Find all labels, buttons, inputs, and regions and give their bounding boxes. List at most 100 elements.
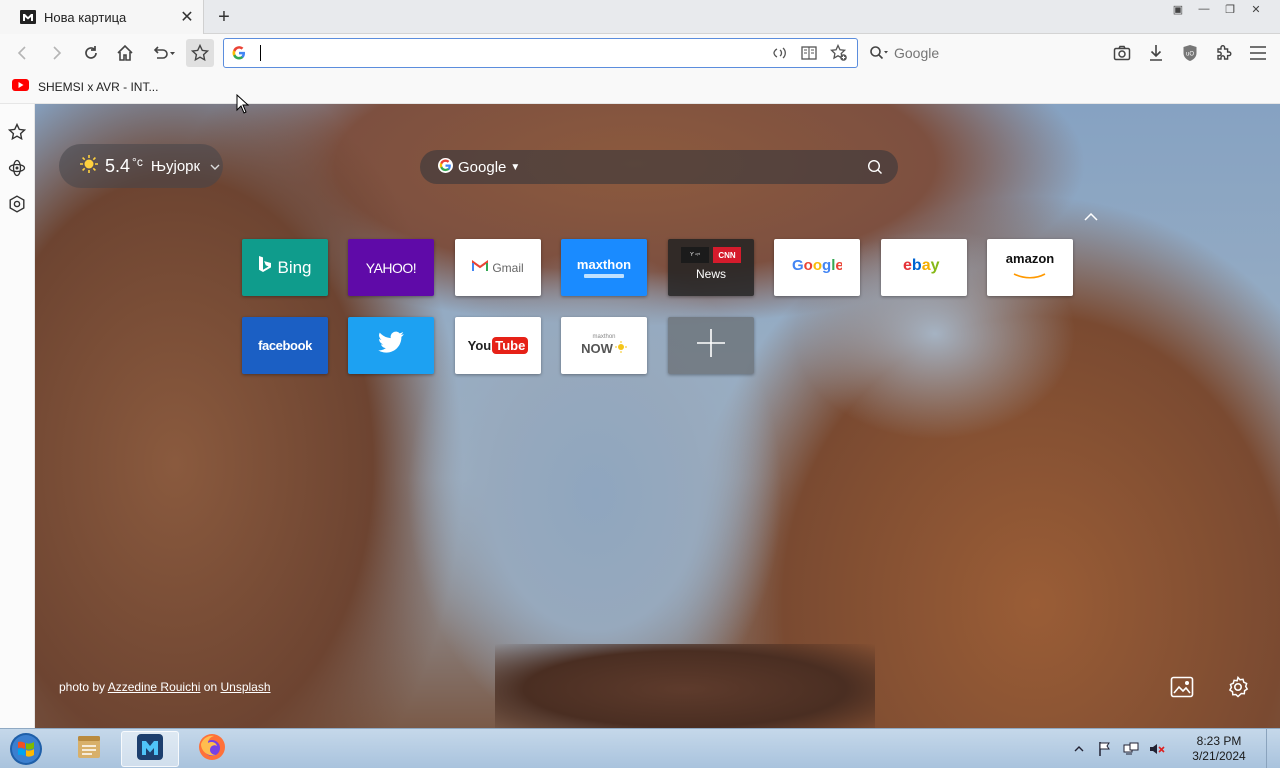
reader-mode-icon[interactable]	[797, 41, 821, 65]
favorite-star-icon[interactable]	[186, 39, 214, 67]
svg-text:ebay: ebay	[903, 257, 940, 274]
youtube-icon	[12, 79, 29, 94]
action-center-flag-icon[interactable]	[1094, 738, 1116, 760]
weather-widget[interactable]: 5.4 °c Њујорк	[59, 144, 223, 188]
close-window-icon[interactable]: ✕	[1244, 0, 1268, 18]
tile-bing[interactable]: Bing	[242, 239, 328, 296]
change-wallpaper-icon[interactable]	[1167, 672, 1197, 702]
svg-text:Google: Google	[792, 257, 842, 274]
screenshot-icon[interactable]	[1108, 39, 1136, 67]
taskbar-maxthon[interactable]	[121, 731, 179, 767]
tile-maxthon-now[interactable]: maxthon NOW	[561, 317, 647, 374]
unsplash-link[interactable]: Unsplash	[220, 680, 270, 694]
ntp-search-input[interactable]	[528, 152, 858, 182]
tile-add-button[interactable]	[668, 317, 754, 374]
sun-icon	[614, 340, 627, 358]
volume-muted-icon[interactable]	[1146, 738, 1168, 760]
show-desktop-button[interactable]	[1266, 729, 1280, 768]
search-icon[interactable]	[858, 150, 892, 184]
twitter-bird-icon	[377, 331, 405, 360]
window-layout-icon[interactable]: ▣	[1166, 0, 1190, 18]
tile-facebook[interactable]: facebook	[242, 317, 328, 374]
home-icon[interactable]	[111, 39, 139, 67]
photo-author-link[interactable]: Azzedine Rouichi	[108, 680, 201, 694]
clock-date: 3/21/2024	[1192, 749, 1246, 763]
file-manager-icon	[76, 734, 102, 765]
new-tab-button[interactable]: +	[213, 6, 235, 28]
weather-temp: 5.4	[105, 155, 131, 176]
tile-google[interactable]: Google	[774, 239, 860, 296]
taskbar-firefox[interactable]	[183, 731, 241, 767]
ublock-shield-icon[interactable]: uO	[1176, 39, 1204, 67]
clock-time: 8:23 PM	[1196, 734, 1242, 748]
amazon-smile-icon	[1012, 266, 1048, 284]
tile-label: You Tube	[468, 337, 529, 354]
restore-icon[interactable]: ❐	[1218, 0, 1242, 18]
chevron-down-icon	[210, 159, 220, 173]
tile-yahoo[interactable]: YAHOO!	[348, 239, 434, 296]
plus-icon	[695, 327, 727, 364]
forward-icon[interactable]	[42, 39, 70, 67]
ebay-logo-icon: ebay	[903, 256, 945, 279]
tile-news[interactable]: Ƴ ⁿʸᵗ CNN News	[668, 239, 754, 296]
tile-label: News	[695, 267, 726, 281]
tab-new-tab[interactable]: Нова картица ✕	[0, 0, 204, 34]
new-tab-page: 5.4 °c Њујорк Google ▼ Bing YAHOO! Gmail…	[35, 104, 1280, 728]
tile-label: facebook	[258, 338, 312, 353]
tile-maxthon[interactable]: maxthon	[561, 239, 647, 296]
tile-gmail[interactable]: Gmail	[455, 239, 541, 296]
undo-close-tab-icon[interactable]	[146, 39, 180, 67]
search-box[interactable]	[864, 38, 1106, 68]
chevron-up-icon[interactable]	[1082, 208, 1100, 226]
tile-amazon[interactable]: amazon	[987, 239, 1073, 296]
address-input[interactable]	[254, 40, 767, 66]
add-favorite-icon[interactable]	[827, 41, 851, 65]
tile-twitter[interactable]	[348, 317, 434, 374]
text-caret	[260, 45, 261, 61]
address-bar[interactable]	[223, 38, 858, 68]
read-aloud-icon[interactable]	[767, 41, 791, 65]
minimize-icon[interactable]: —	[1192, 0, 1216, 18]
download-icon[interactable]	[1142, 39, 1170, 67]
tile-youtube[interactable]: You Tube	[455, 317, 541, 374]
favorites-star-icon[interactable]	[6, 121, 28, 143]
sun-icon	[79, 154, 99, 179]
window-controls: ▣ — ❐ ✕	[1166, 0, 1268, 18]
weather-unit: °c	[132, 155, 143, 169]
gmail-logo-icon	[472, 259, 489, 277]
ai-assistant-icon[interactable]	[6, 157, 28, 179]
tile-label: maxthon	[576, 257, 632, 272]
search-engine-selector[interactable]: Google ▼	[438, 157, 520, 177]
toolbar: uO	[0, 34, 1280, 72]
system-tray: 8:23 PM 3/21/2024	[1068, 729, 1280, 768]
news-thumbnails: Ƴ ⁿʸᵗ CNN	[681, 247, 741, 263]
tile-ebay[interactable]: ebay	[881, 239, 967, 296]
news-thumb-nytimes: Ƴ ⁿʸᵗ	[681, 247, 709, 263]
reload-icon[interactable]	[77, 39, 105, 67]
network-icon[interactable]	[1120, 738, 1142, 760]
photo-credit-prefix: photo by	[59, 680, 106, 694]
photo-credit-on: on	[203, 680, 218, 694]
show-hidden-icons-icon[interactable]	[1068, 738, 1090, 760]
menu-icon[interactable]	[1244, 39, 1272, 67]
search-engine-name: Google	[458, 158, 507, 176]
search-input[interactable]	[894, 45, 1074, 61]
search-engine-icon[interactable]	[864, 39, 894, 67]
bookmarks-bar: SHEMSI x AVR - INT...	[0, 72, 1280, 104]
tile-label: amazon	[1005, 251, 1055, 266]
extensions-puzzle-icon[interactable]	[1210, 39, 1238, 67]
taskbar-file-manager[interactable]	[60, 731, 118, 767]
tile-label: Gmail	[492, 260, 524, 275]
maxthon-badge-icon	[584, 274, 624, 278]
maxthon-icon	[20, 9, 36, 25]
bookmark-item[interactable]: SHEMSI x AVR - INT...	[12, 79, 158, 94]
settings-gear-icon[interactable]	[6, 193, 28, 215]
ntp-search-bar[interactable]: Google ▼	[420, 150, 898, 184]
bing-logo-icon	[258, 255, 272, 280]
start-button[interactable]	[6, 731, 46, 767]
back-icon[interactable]	[9, 39, 37, 67]
clock[interactable]: 8:23 PM 3/21/2024	[1178, 734, 1260, 764]
photo-credit: photo by Azzedine Rouichi on Unsplash	[59, 680, 271, 694]
tab-close-icon[interactable]: ✕	[179, 9, 195, 26]
ntp-settings-gear-icon[interactable]	[1223, 672, 1253, 702]
